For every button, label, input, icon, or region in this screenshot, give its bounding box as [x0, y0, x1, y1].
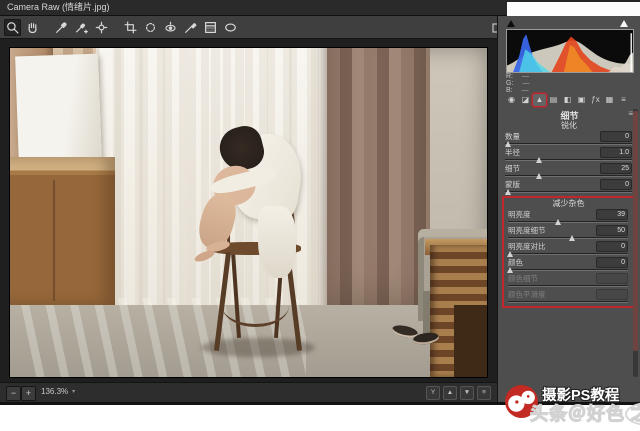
section-title: 减少杂色: [506, 199, 631, 209]
screenshot-root: Camera Raw (情绪片.jpg): [0, 0, 640, 431]
spot-removal-tool[interactable]: [142, 19, 159, 36]
slider-track[interactable]: [508, 218, 628, 225]
camera-raw-dialog: Camera Raw (情绪片.jpg): [0, 0, 640, 404]
slider-row: 颜色平滑度: [506, 289, 631, 305]
slider-row: 颜色0: [506, 257, 631, 273]
panel-scrollbar-thumb[interactable]: [633, 111, 638, 351]
tab-lens-corrections[interactable]: ▣: [575, 94, 588, 106]
histogram[interactable]: [506, 29, 634, 73]
film-controls: Y▲▼≡: [426, 386, 491, 400]
tool-bar: [0, 16, 497, 39]
tab-effects[interactable]: ƒx: [589, 94, 602, 106]
tab-tone-curve[interactable]: ◪: [519, 94, 532, 106]
tab-detail[interactable]: ▲: [533, 94, 546, 106]
slider-track[interactable]: [505, 140, 632, 147]
rotate-down-button[interactable]: ▼: [460, 386, 474, 400]
preview-toggle-button[interactable]: Y: [426, 386, 440, 400]
slider-track[interactable]: [505, 172, 632, 179]
slider-row: 细节25: [503, 163, 635, 179]
rotate-up-button[interactable]: ▲: [443, 386, 457, 400]
filmstrip-menu-button[interactable]: ≡: [477, 386, 491, 400]
watermark-name-circled: 之图: [625, 402, 640, 426]
slider-sections: 锐化数量0半径1.0细节25蒙版0减少杂色明亮度39明亮度细节50明亮度对比0颜…: [503, 121, 635, 308]
adjustments-panel: R:— G:— B:— ◉◪▲▤◧▣ƒx▦≡ 细节 ≡ 锐化数量0半径1.0细节…: [497, 16, 640, 402]
slider-thumb[interactable]: [505, 189, 511, 195]
graduated-filter-tool[interactable]: [202, 19, 219, 36]
photo-right-curtain: [327, 48, 430, 341]
slider-row: 明亮度对比0: [506, 241, 631, 257]
photo-shirt-drape: [258, 206, 296, 278]
shadow-clipping-toggle[interactable]: [507, 20, 515, 27]
image-canvas[interactable]: [10, 48, 487, 377]
b-label: B:: [506, 87, 513, 94]
b-value: —: [522, 87, 529, 94]
watermark-name: 好色: [587, 404, 625, 424]
panel-tabs: ◉◪▲▤◧▣ƒx▦≡: [505, 94, 630, 106]
tab-split-toning[interactable]: ◧: [561, 94, 574, 106]
white-balance-tool[interactable]: [53, 19, 70, 36]
zoom-in-button[interactable]: +: [21, 386, 36, 401]
slider-row: 明亮度39: [506, 209, 631, 225]
title-bar: Camera Raw (情绪片.jpg): [0, 0, 507, 16]
page-background-corner: [507, 2, 640, 16]
tab-presets[interactable]: ≡: [617, 94, 630, 106]
tab-camera-calibration[interactable]: ▦: [603, 94, 616, 106]
preview-area: [0, 39, 497, 382]
r-label: R:: [506, 73, 513, 80]
adjustment-brush-tool[interactable]: [182, 19, 199, 36]
chevron-down-icon: ▾: [72, 388, 75, 395]
color-sampler-tool[interactable]: [73, 19, 90, 36]
section-noise-reduction annotation-box: 减少杂色明亮度39明亮度细节50明亮度对比0颜色0颜色细节颜色平滑度: [502, 196, 635, 308]
slider-track[interactable]: [505, 188, 632, 195]
zoom-tool[interactable]: [4, 19, 21, 36]
photo-fridge: [15, 53, 102, 164]
panel-title-text: 细节: [560, 111, 578, 121]
targeted-adjustment-tool[interactable]: [93, 19, 110, 36]
zoom-level-select[interactable]: 136.3% ▾: [41, 387, 75, 396]
window-title: Camera Raw (情绪片.jpg): [0, 0, 507, 15]
status-bar: − + 136.3% ▾ Y▲▼≡: [0, 382, 497, 403]
section-sharpening: 锐化数量0半径1.0细节25蒙版0: [503, 121, 635, 195]
slider-row: 颜色细节: [506, 273, 631, 289]
slider-track[interactable]: [508, 234, 628, 241]
highlight-clipping-toggle[interactable]: [620, 20, 628, 27]
g-label: G:: [506, 80, 513, 87]
section-title: 锐化: [503, 121, 635, 131]
tab-basic[interactable]: ◉: [505, 94, 518, 106]
tab-hsl-grayscale[interactable]: ▤: [547, 94, 560, 106]
g-value: —: [522, 80, 529, 87]
watermark-platform: 头条: [530, 404, 568, 424]
panel-scrollbar[interactable]: [633, 109, 638, 377]
crop-tool[interactable]: [122, 19, 139, 36]
window-bottom-edge: [0, 402, 640, 405]
slider-track[interactable]: [508, 250, 628, 257]
slider-row: 数量0: [503, 131, 635, 147]
photo-wood-cabinet: [10, 157, 115, 305]
panel-title: 细节 ≡: [504, 109, 635, 120]
watermark-at: ＠: [568, 404, 587, 424]
slider-row: 明亮度细节50: [506, 225, 631, 241]
slider-row: 蒙版0: [503, 179, 635, 195]
slider-track[interactable]: [508, 266, 628, 273]
slider-track[interactable]: [505, 156, 632, 163]
photo-desk-front: [454, 305, 487, 377]
r-value: —: [522, 73, 529, 80]
photo-cabinet-seam: [53, 180, 55, 302]
zoom-level-value: 136.3%: [41, 387, 68, 396]
radial-filter-tool[interactable]: [222, 19, 239, 36]
rgb-readout: R: — G: — B: —: [506, 73, 529, 94]
slider-track: [508, 298, 628, 305]
slider-row: 半径1.0: [503, 147, 635, 163]
red-eye-tool[interactable]: [162, 19, 179, 36]
slider-track: [508, 282, 628, 289]
hand-tool[interactable]: [24, 19, 41, 36]
zoom-out-button[interactable]: −: [6, 386, 21, 401]
